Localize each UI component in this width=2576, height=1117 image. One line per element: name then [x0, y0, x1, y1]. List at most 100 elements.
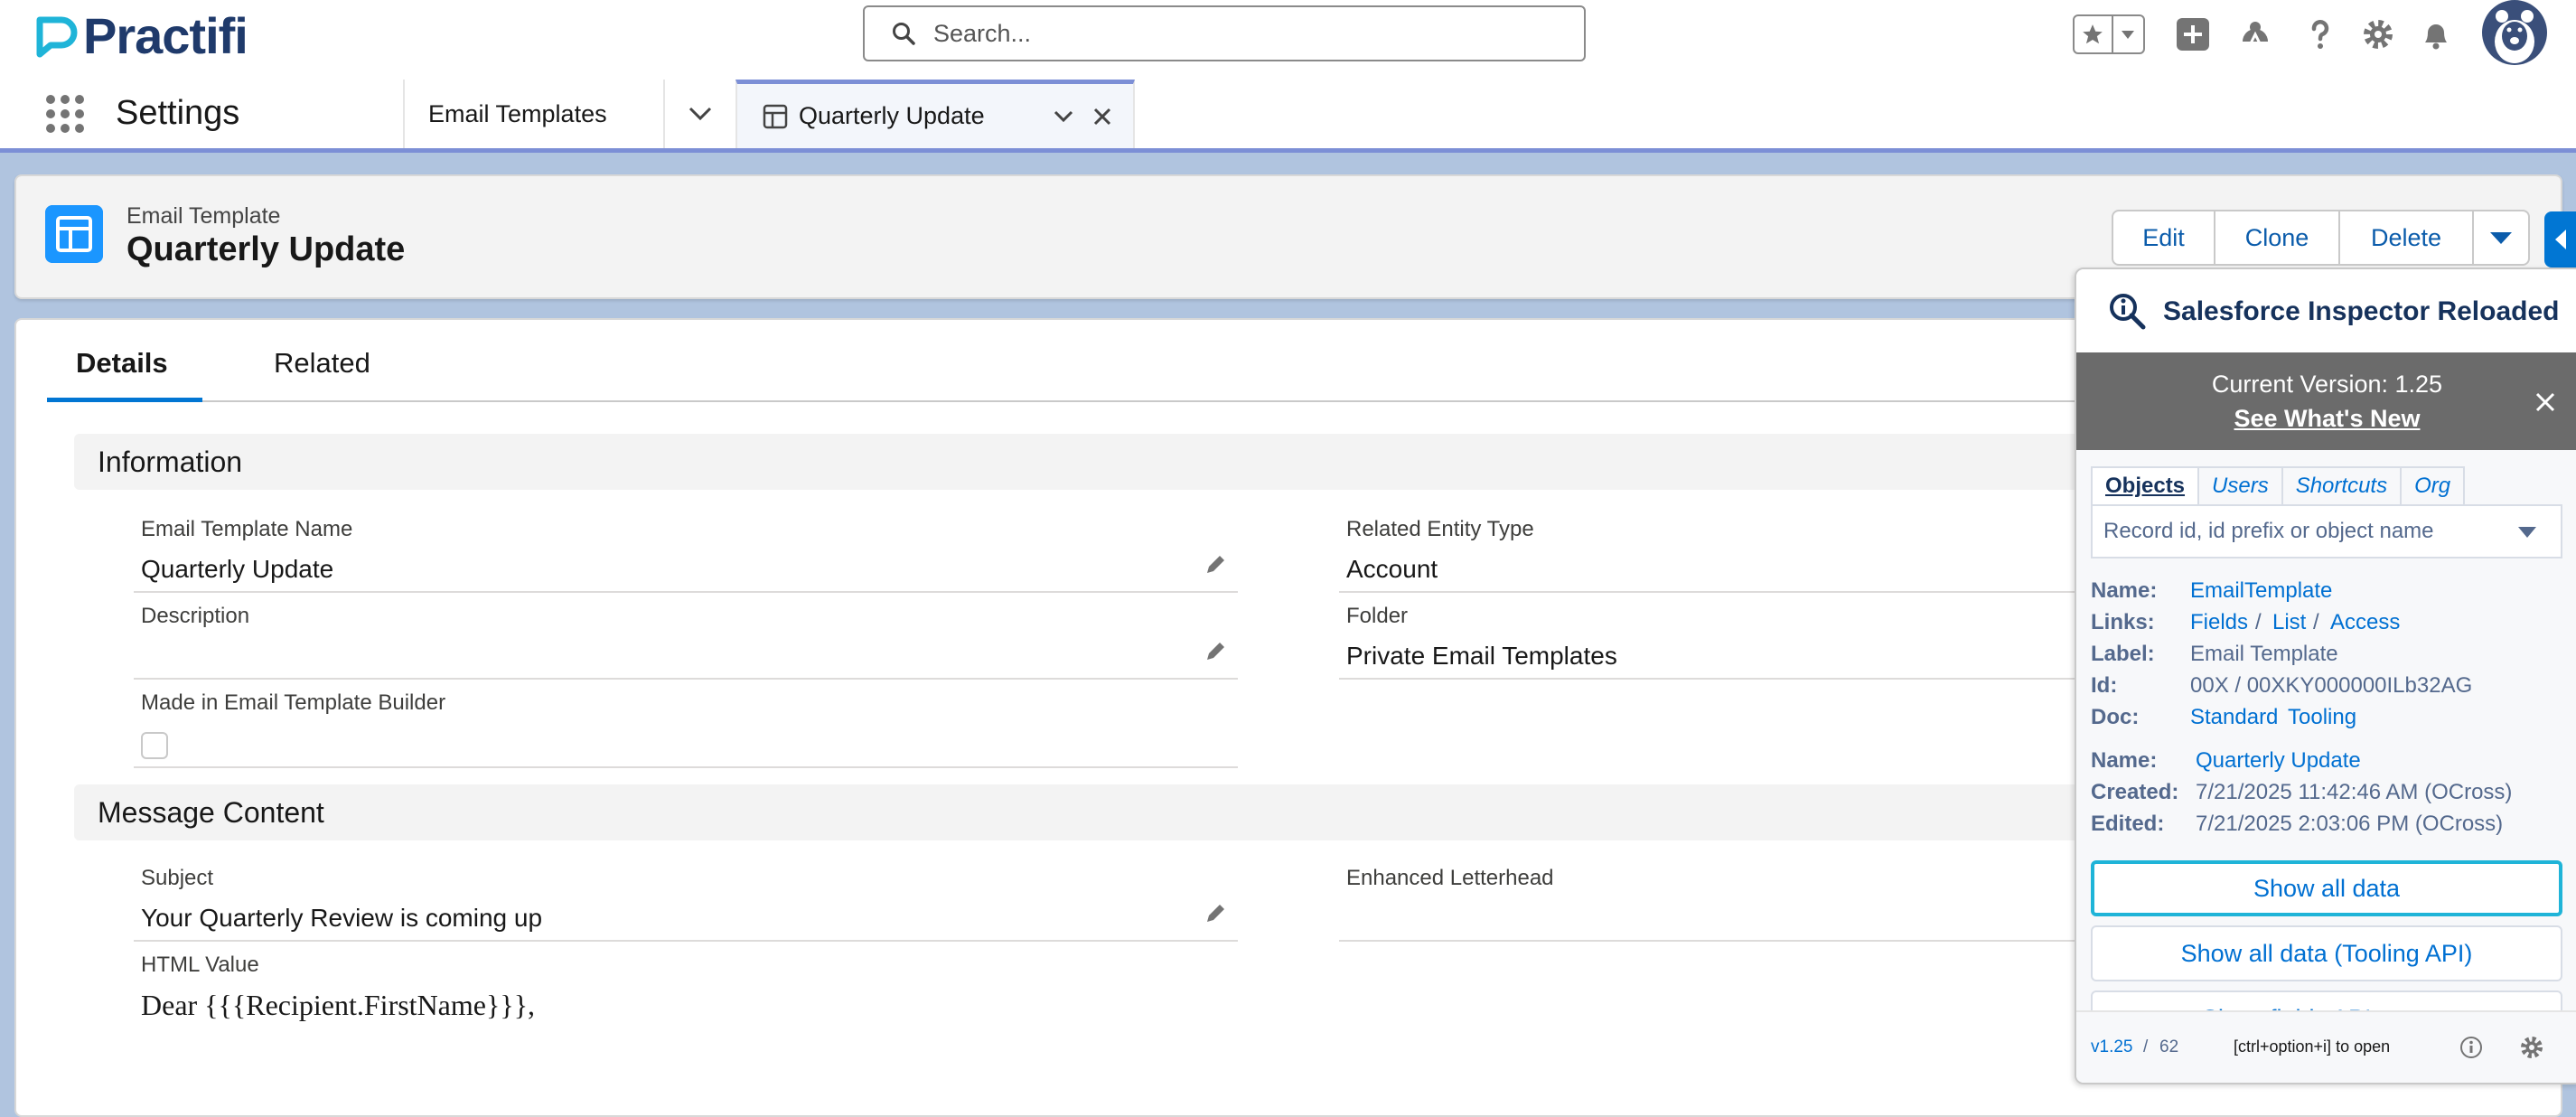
show-all-data-button[interactable]: Show all data — [2091, 860, 2562, 916]
edited-value: 7/21/2025 2:03:06 PM (OCross) — [2196, 812, 2504, 836]
current-version-text: Current Version: 1.25 — [2211, 371, 2443, 398]
clone-button[interactable]: Clone — [2214, 210, 2340, 266]
section-message-content[interactable]: Message Content — [74, 784, 2152, 840]
notifications-bell-icon[interactable] — [2414, 13, 2458, 56]
tab-users[interactable]: Users — [2197, 466, 2283, 504]
search-icon — [893, 23, 915, 45]
object-search-field[interactable] — [2091, 504, 2562, 558]
chevron-down-icon — [2490, 232, 2512, 244]
html-value-label: HTML Value — [141, 953, 259, 977]
active-tab-indicator — [47, 398, 202, 402]
section-information-title: Information — [98, 445, 243, 478]
object-name-label: Name: — [2091, 578, 2158, 603]
search-input[interactable] — [932, 18, 1522, 49]
global-actions-icon[interactable] — [2171, 13, 2215, 56]
record-name-link[interactable]: Quarterly Update — [2196, 748, 2361, 774]
close-tab-icon[interactable] — [1093, 108, 1111, 126]
shortcut-hint: [ctrl+option+i] to open — [2234, 1037, 2391, 1056]
record-title: Quarterly Update — [126, 230, 406, 268]
folder-label: Folder — [1346, 604, 1409, 628]
label-value: Email Template — [2190, 642, 2338, 666]
edit-pencil-icon[interactable] — [1204, 640, 1227, 663]
practifi-logo[interactable]: Practifi — [34, 9, 248, 63]
field-divider — [134, 591, 1238, 593]
section-information[interactable]: Information — [74, 434, 2152, 490]
favorites-dropdown-icon[interactable] — [2113, 16, 2143, 52]
field-divider — [134, 678, 1238, 680]
version-banner: Current Version: 1.25 See What's New — [2076, 352, 2576, 450]
tab-shortcuts[interactable]: Shortcuts — [2281, 466, 2403, 504]
made-in-builder-checkbox — [141, 732, 168, 759]
email-template-name-label: Email Template Name — [141, 517, 353, 541]
edit-pencil-icon[interactable] — [1204, 902, 1227, 925]
settings-gear-icon[interactable] — [2519, 1035, 2544, 1060]
close-icon[interactable] — [2535, 392, 2555, 412]
help-icon[interactable] — [2299, 13, 2342, 56]
tab-quarterly-update[interactable]: Quarterly Update — [735, 80, 1135, 148]
favorites-group[interactable] — [2073, 14, 2145, 54]
field-divider — [134, 766, 1238, 768]
tab-details[interactable]: Details — [76, 347, 168, 380]
links-label: Links: — [2091, 610, 2155, 634]
footer-separator: / — [2143, 1037, 2149, 1056]
tab-email-templates[interactable]: Email Templates — [403, 80, 663, 148]
tab-related[interactable]: Related — [274, 347, 370, 380]
label-label: Label: — [2091, 642, 2155, 666]
fields-link[interactable]: Fields — [2190, 610, 2248, 635]
object-search-input[interactable] — [2102, 518, 2503, 545]
chevron-down-icon[interactable] — [2517, 526, 2537, 539]
whats-new-link[interactable]: See What's New — [2076, 405, 2576, 433]
email-templates-menu-button[interactable] — [663, 80, 735, 148]
email-template-name-value: Quarterly Update — [141, 555, 334, 583]
description-label: Description — [141, 604, 250, 628]
version-link[interactable]: v1.25 — [2091, 1037, 2132, 1057]
list-link[interactable]: List — [2272, 610, 2306, 635]
chevron-down-icon — [688, 107, 712, 121]
inspector-header: Salesforce Inspector Reloaded — [2076, 269, 2576, 352]
edit-pencil-icon[interactable] — [1204, 553, 1227, 577]
app-launcher-icon[interactable] — [43, 92, 87, 136]
id-label: Id: — [2091, 673, 2118, 698]
practifi-logo-icon — [36, 16, 78, 58]
field-divider — [134, 940, 1238, 942]
user-avatar[interactable] — [2482, 0, 2547, 65]
show-all-data-tooling-button[interactable]: Show all data (Tooling API) — [2091, 925, 2562, 981]
doc-standard-link[interactable]: Standard — [2190, 705, 2278, 730]
delete-button[interactable]: Delete — [2338, 210, 2474, 266]
edit-button[interactable]: Edit — [2112, 210, 2215, 266]
inspector-tabs: Objects Users Shortcuts Org — [2091, 466, 2466, 504]
tab-org[interactable]: Org — [2400, 466, 2466, 504]
inspector-magnifier-icon — [2110, 294, 2146, 330]
more-actions-button[interactable] — [2472, 210, 2530, 266]
favorites-star-icon[interactable] — [2075, 16, 2113, 52]
record-type-label: Email Template — [126, 203, 281, 229]
trailhead-icon[interactable] — [2234, 13, 2277, 56]
folder-value: Private Email Templates — [1346, 642, 1617, 670]
record-name-label: Name: — [2091, 748, 2158, 773]
subject-label: Subject — [141, 866, 214, 890]
chevron-left-icon — [2554, 230, 2566, 249]
inspector-panel: Salesforce Inspector Reloaded Current Ve… — [2075, 268, 2576, 1084]
global-search[interactable] — [863, 5, 1586, 61]
tab-objects[interactable]: Objects — [2091, 466, 2200, 504]
object-name-link[interactable]: EmailTemplate — [2190, 578, 2332, 604]
setup-gear-icon[interactable] — [2356, 13, 2400, 56]
logo-text: Practifi — [83, 7, 248, 64]
html-value-content: Dear {{{Recipient.FirstName}}}, — [141, 989, 536, 1021]
made-in-builder-label: Made in Email Template Builder — [141, 690, 446, 715]
access-link[interactable]: Access — [2330, 610, 2400, 635]
inspector-title: Salesforce Inspector Reloaded — [2163, 296, 2560, 326]
tab-chevron-down-icon[interactable] — [1054, 110, 1073, 123]
related-entity-type-value: Account — [1346, 555, 1438, 583]
avatar-icon — [2484, 2, 2545, 63]
inspector-footer: v1.25 / 62 [ctrl+option+i] to open — [2076, 1010, 2576, 1083]
subject-value: Your Quarterly Review is coming up — [141, 904, 543, 932]
tab-email-templates-label: Email Templates — [428, 99, 607, 127]
info-icon[interactable] — [2459, 1036, 2483, 1059]
doc-tooling-link[interactable]: Tooling — [2288, 705, 2356, 730]
inspector-toggle[interactable] — [2544, 211, 2576, 268]
links-separator: / — [2313, 610, 2319, 634]
created-value: 7/21/2025 11:42:46 AM (OCross) — [2196, 780, 2513, 804]
created-label: Created: — [2091, 780, 2179, 804]
app-nav-bar: Settings Email Templates Quarterly Updat… — [0, 80, 2576, 153]
